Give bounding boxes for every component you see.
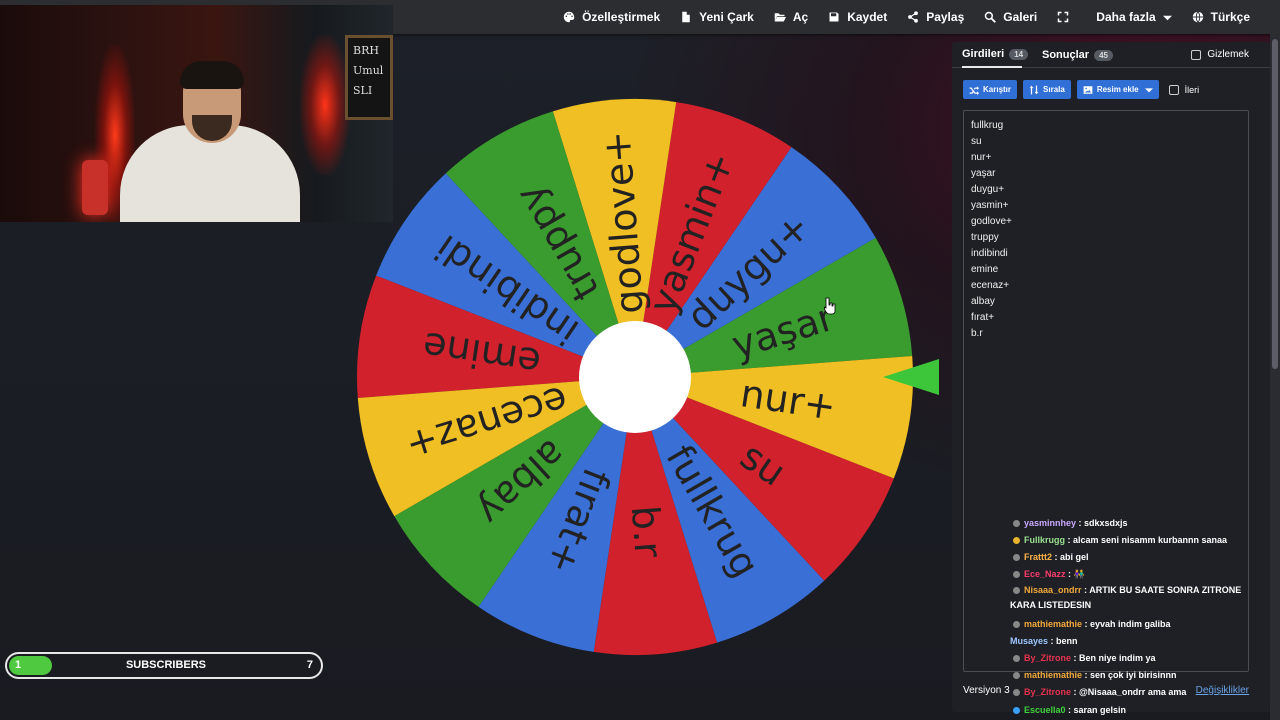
chat-text: : 👫 [1065,569,1085,579]
hide-label: Gizlemek [1207,49,1249,60]
chat-username: Ece_Nazz [1024,569,1066,579]
entry-line: ecenaz+ [971,280,1010,291]
shuffle-button[interactable]: Karıştır [963,80,1018,99]
sort-icon [1029,85,1039,94]
entry-line: fırat+ [971,312,995,323]
entry-line: godlove+ [971,216,1012,227]
chat-badge-icon [1013,520,1020,528]
changes-link[interactable]: Değişiklikler [1196,685,1249,696]
chat-username: Musayes [1010,636,1049,646]
add-image-button[interactable]: Resim ekle [1076,80,1159,99]
chat-text: : abi gel [1052,552,1089,562]
entry-line: yasmin+ [971,200,1009,211]
subscriber-label: SUBSCRIBERS [125,659,207,671]
hide-checkbox-box[interactable] [1191,49,1202,60]
entry-line: duygu+ [971,184,1005,195]
chat-text: : eyvah indim galiba [1082,619,1171,629]
chat-text: : alcam seni nisamm kurbannn sanaa [1065,535,1228,545]
chat-message: Fullkrugg : alcam seni nisamm kurbannn s… [1010,532,1227,548]
entries-toolbar: Karıştır Sırala Resim ekle İleri [963,80,1199,99]
chat-username: Fullkrugg [1024,535,1065,545]
chat-username: mathiemathie [1024,670,1083,680]
chevron-down-icon [1144,87,1153,92]
hand-cursor-icon [824,297,836,315]
chat-username: Nisaaa_ondrr [1024,585,1082,595]
chat-badge-icon [1013,587,1020,595]
page-scrollbar[interactable] [1270,34,1280,720]
chat-username: mathiemathie [1024,619,1083,629]
tab-results[interactable]: Sonuçlar 45 [1042,42,1113,68]
chat-text: : @Nisaaa_ondrr ama ama [1071,687,1187,697]
advanced-checkbox-box[interactable] [1168,84,1179,95]
chat-message: By_Zitrone : @Nisaaa_ondrr ama ama [1010,684,1186,700]
chat-badge-icon [1013,571,1020,579]
chat-message: mathiemathie : eyvah indim galiba [1010,616,1171,632]
subscriber-goal-bar: 1 SUBSCRIBERS 7 [5,652,323,679]
sort-label: Sırala [1043,85,1065,94]
add-image-label: Resim ekle [1096,85,1139,94]
entry-line: su [971,136,982,147]
chat-message: Nisaaa_ondrr : ARTIK BU SAATE SONRA ZITR… [1010,583,1250,613]
hide-checkbox[interactable]: Gizlemek [1191,49,1249,60]
entries-count-badge: 14 [1009,48,1029,60]
results-count-badge: 45 [1094,49,1113,61]
entry-line: truppy [971,232,999,243]
entry-line: fullkrug [971,120,1004,131]
entry-line: b.r [971,328,983,339]
scrollbar-thumb[interactable] [1272,39,1278,369]
wheel-segment-label: b.r [623,504,671,559]
entry-line: albay [971,296,995,307]
chat-username: Escuella0 [1024,705,1066,715]
chat-message: Frattt2 : abi gel [1010,549,1089,565]
shuffle-icon [969,85,979,95]
chat-badge-icon [1013,672,1020,680]
panel-tabs: Girdileri 14 Sonuçlar 45 Gizlemek [952,42,1270,68]
chat-username: By_Zitrone [1024,687,1072,697]
sort-button[interactable]: Sırala [1023,80,1071,99]
chat-text: : Ben niye indim ya [1071,653,1156,663]
entry-line: nur+ [971,152,992,163]
chat-badge-icon [1013,537,1020,545]
version-label: Versiyon 3 [963,685,1010,696]
chat-username: Frattt2 [1024,552,1053,562]
image-icon [1083,85,1093,94]
chat-username: By_Zitrone [1024,653,1072,663]
tab-entries-label: Girdileri [962,48,1005,60]
tab-entries[interactable]: Girdileri 14 [962,42,1029,68]
entry-line: indibindi [971,248,1008,259]
subscriber-goal: 7 [306,659,313,671]
entry-line: yaşar [971,168,996,179]
chat-message: By_Zitrone : Ben niye indim ya [1010,650,1156,666]
spin-wheel[interactable]: yaşarduygu+yasmin+godlove+truppyindibind… [355,97,945,657]
chat-username: yasminnhey [1024,518,1077,528]
wheel-center-hub[interactable] [579,321,691,433]
chat-text: : sdkxsdxjs [1076,518,1128,528]
chat-text: : saran gelsin [1065,705,1127,715]
chat-message: Musayes : benn [1010,633,1078,649]
advanced-checkbox[interactable]: İleri [1168,84,1200,95]
chat-badge-icon [1013,655,1020,663]
chat-badge-icon [1013,689,1020,697]
chat-badge-icon [1013,554,1020,562]
chat-message: mathiemathie : sen çok iyi birisinnn [1010,667,1177,683]
chat-message: yasminnhey : sdkxsdxjs [1010,515,1128,531]
chat-text: : sen çok iyi birisinnn [1082,670,1177,680]
chat-message: Ece_Nazz : 👫 [1010,566,1085,582]
chat-badge-icon [1013,707,1020,715]
advanced-label: İleri [1184,84,1200,95]
chat-message: Escuella0 : saran gelsin [1010,702,1126,718]
chat-badge-icon [1013,621,1020,629]
chat-text: : benn [1048,636,1078,646]
shuffle-label: Karıştır [983,85,1012,94]
entry-line: emine [971,264,999,275]
tab-results-label: Sonuçlar [1042,49,1090,61]
